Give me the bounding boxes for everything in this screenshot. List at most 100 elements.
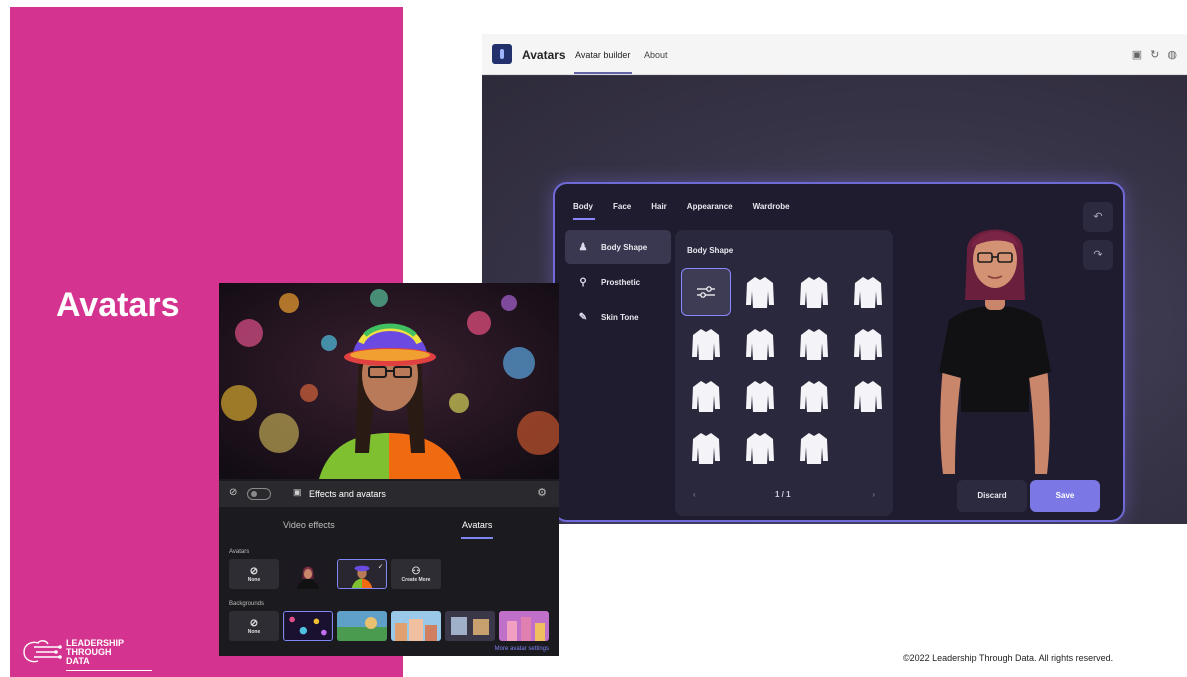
shirt-silhouette-icon bbox=[800, 329, 828, 360]
avatar-video-preview bbox=[219, 283, 559, 479]
tab-wardrobe[interactable]: Wardrobe bbox=[753, 202, 790, 211]
body-shape-option[interactable] bbox=[735, 424, 785, 472]
tile-label: None bbox=[247, 576, 261, 583]
body-shape-option[interactable] bbox=[681, 320, 731, 368]
tab-face[interactable]: Face bbox=[613, 202, 631, 211]
circuit-brain-icon bbox=[23, 640, 62, 663]
body-shape-option[interactable] bbox=[681, 424, 731, 472]
background-tile[interactable] bbox=[391, 611, 441, 641]
pager-next-button[interactable]: › bbox=[872, 490, 875, 499]
sidenav-item-prosthetic[interactable]: ⚲ Prosthetic bbox=[565, 265, 671, 299]
background-tile[interactable] bbox=[445, 611, 495, 641]
body-shape-option[interactable] bbox=[843, 320, 893, 368]
shirt-silhouette-icon bbox=[800, 433, 828, 464]
body-shape-option[interactable] bbox=[843, 372, 893, 420]
sidenav-label: Body Shape bbox=[601, 242, 648, 252]
shirt-silhouette-icon bbox=[746, 277, 774, 308]
none-icon: ⊘ bbox=[249, 617, 259, 629]
avatars-app-window: Avatars Avatar builder About ▣ ↻ ◍ Body … bbox=[482, 34, 1187, 524]
body-shape-panel: Body Shape ‹ 1 / 1 › bbox=[675, 230, 893, 516]
shirt-silhouette-icon bbox=[800, 381, 828, 412]
avatar-builder-panel: Body Face Hair Appearance Wardrobe ♟ Bod… bbox=[553, 182, 1125, 522]
body-shape-option[interactable] bbox=[789, 372, 839, 420]
shirt-silhouette-icon bbox=[746, 381, 774, 412]
body-shape-option[interactable] bbox=[843, 268, 893, 316]
save-button[interactable]: Save bbox=[1030, 480, 1100, 512]
camera-toggle[interactable] bbox=[247, 488, 271, 500]
shirt-silhouette-icon bbox=[746, 329, 774, 360]
app-header: Avatars Avatar builder About ▣ ↻ ◍ bbox=[482, 34, 1187, 75]
background-tile[interactable] bbox=[337, 611, 387, 641]
category-tabs: Body Face Hair Appearance Wardrobe bbox=[573, 202, 810, 211]
popout-icon[interactable]: ▣ bbox=[1132, 48, 1142, 61]
tab-body[interactable]: Body bbox=[573, 202, 593, 211]
avatar-thumbnail-tile[interactable] bbox=[283, 559, 333, 589]
tab-about[interactable]: About bbox=[644, 50, 668, 60]
create-more-tile[interactable]: ⚇ Create More bbox=[391, 559, 441, 589]
body-shape-option[interactable] bbox=[789, 320, 839, 368]
undo-button[interactable]: ↶ bbox=[1083, 202, 1113, 232]
camera-off-icon: ⊘ bbox=[229, 487, 238, 498]
background-interior-thumbnail bbox=[445, 611, 495, 641]
background-tile[interactable] bbox=[283, 611, 333, 641]
sidenav-label: Prosthetic bbox=[601, 277, 641, 287]
redo-button[interactable]: ↷ bbox=[1083, 240, 1113, 270]
active-tab-indicator bbox=[461, 537, 493, 539]
sidenav-item-body-shape[interactable]: ♟ Body Shape bbox=[565, 230, 671, 264]
body-shape-option[interactable] bbox=[681, 372, 731, 420]
pager-page-indicator: 1 / 1 bbox=[775, 490, 791, 499]
avatar-tiles: ⊘ None ✓ ⚇ Create More bbox=[229, 559, 441, 589]
skin-tone-icon: ✎ bbox=[578, 311, 588, 323]
header-actions: ▣ ↻ ◍ bbox=[1132, 48, 1177, 61]
body-shape-icon: ♟ bbox=[578, 241, 588, 253]
avatar-none-tile[interactable]: ⊘ None bbox=[229, 559, 279, 589]
tab-hair[interactable]: Hair bbox=[651, 202, 667, 211]
backgrounds-section-label: Backgrounds bbox=[229, 601, 265, 607]
shirt-silhouette-icon bbox=[800, 277, 828, 308]
panel-title: Body Shape bbox=[687, 246, 734, 255]
background-tile[interactable] bbox=[499, 611, 549, 641]
shirt-silhouette-icon bbox=[692, 329, 720, 360]
prosthetic-icon: ⚲ bbox=[579, 276, 587, 288]
effects-control-bar: ⊘ ▣ Effects and avatars ⚙ bbox=[219, 481, 559, 507]
tab-avatars[interactable]: Avatars bbox=[462, 520, 492, 530]
body-shape-option[interactable] bbox=[735, 268, 785, 316]
tab-appearance[interactable]: Appearance bbox=[687, 202, 733, 211]
app-name: Avatars bbox=[522, 48, 566, 62]
effects-and-avatars-panel: ⊘ ▣ Effects and avatars ⚙ Video effects … bbox=[219, 283, 559, 656]
gear-icon[interactable]: ⚙ bbox=[537, 486, 547, 499]
customize-shape-button[interactable] bbox=[681, 268, 731, 316]
body-shape-option[interactable] bbox=[735, 372, 785, 420]
logo-underline bbox=[66, 670, 152, 671]
shirt-silhouette-icon bbox=[854, 277, 882, 308]
background-town-thumbnail bbox=[391, 611, 441, 641]
app-canvas: Body Face Hair Appearance Wardrobe ♟ Bod… bbox=[482, 76, 1187, 524]
shape-pager: ‹ 1 / 1 › bbox=[675, 490, 893, 504]
refresh-icon[interactable]: ↻ bbox=[1150, 48, 1159, 61]
effects-header-label: Effects and avatars bbox=[309, 489, 386, 499]
company-logo: LEADERSHIP THROUGH DATA bbox=[20, 638, 152, 671]
pager-prev-button[interactable]: ‹ bbox=[693, 490, 696, 499]
tab-video-effects[interactable]: Video effects bbox=[283, 520, 335, 530]
avatar-selected-image: ✓ bbox=[338, 560, 386, 588]
svg-text:✓: ✓ bbox=[378, 562, 383, 570]
discard-button[interactable]: Discard bbox=[957, 480, 1027, 512]
avatars-section-label: Avatars bbox=[229, 549, 250, 555]
body-shape-option[interactable] bbox=[789, 424, 839, 472]
avatar-selected-tile[interactable]: ✓ bbox=[337, 559, 387, 589]
sidenav-item-skin-tone[interactable]: ✎ Skin Tone bbox=[565, 300, 671, 334]
body-shape-option[interactable] bbox=[735, 320, 785, 368]
copyright-footer: ©2022 Leadership Through Data. All right… bbox=[903, 653, 1114, 663]
more-avatar-settings-link[interactable]: More avatar settings bbox=[495, 646, 549, 652]
avatar-thumbnail-image bbox=[283, 559, 333, 589]
tab-avatar-builder[interactable]: Avatar builder bbox=[575, 50, 630, 60]
sliders-icon bbox=[697, 286, 715, 298]
background-none-tile[interactable]: ⊘ None bbox=[229, 611, 279, 641]
shirt-silhouette-icon bbox=[746, 433, 774, 464]
effects-icon: ▣ bbox=[293, 487, 302, 497]
globe-icon[interactable]: ◍ bbox=[1167, 48, 1177, 61]
body-shape-option[interactable] bbox=[789, 268, 839, 316]
background-bokeh-thumbnail bbox=[284, 612, 332, 640]
slide-title: Avatars bbox=[56, 286, 180, 324]
shirt-silhouette-icon bbox=[692, 433, 720, 464]
